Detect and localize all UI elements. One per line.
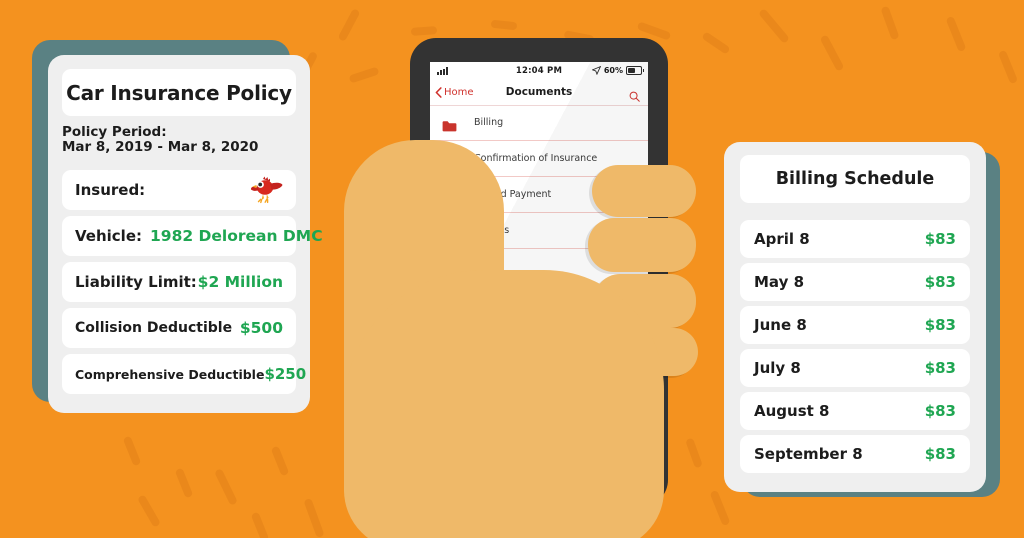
policy-card: Car Insurance Policy Policy Period: Mar … xyxy=(48,55,323,413)
policy-row-label: Liability Limit: xyxy=(75,273,197,291)
billing-card-title: Billing Schedule xyxy=(740,155,970,203)
billing-row-amount: $83 xyxy=(924,402,956,420)
background-dash xyxy=(410,26,438,36)
policy-row-value: $250 xyxy=(264,365,307,383)
policy-period-value: Mar 8, 2019 - Mar 8, 2020 xyxy=(62,139,259,155)
policy-row-liability-limit[interactable]: Liability Limit: $2 Million xyxy=(62,262,296,302)
billing-row-label: August 8 xyxy=(754,402,830,420)
background-dash xyxy=(214,468,238,506)
background-dash xyxy=(348,66,380,84)
policy-row-value: 1982 Delorean DMC xyxy=(150,227,323,245)
finger xyxy=(592,165,696,217)
hand-holding-phone xyxy=(330,140,730,538)
status-bar-right: 60% xyxy=(591,66,644,75)
search-icon[interactable] xyxy=(629,87,640,102)
billing-row-amount: $83 xyxy=(924,273,956,291)
background-dash xyxy=(174,467,194,499)
billing-row-label: June 8 xyxy=(754,316,807,334)
background-dash xyxy=(303,497,325,538)
location-arrow-icon xyxy=(591,66,601,75)
nav-bar: Home Documents xyxy=(430,79,648,106)
billing-row-amount: $83 xyxy=(924,230,956,248)
billing-title-text: Billing Schedule xyxy=(775,169,935,189)
policy-row-label: Insured: xyxy=(75,181,146,199)
policy-row-label: Comprehensive Deductible xyxy=(75,366,265,382)
background-dash xyxy=(337,8,361,42)
background-dash xyxy=(880,5,900,41)
folder-icon xyxy=(442,117,457,131)
policy-row-label: Vehicle: xyxy=(75,227,142,245)
billing-row-label: July 8 xyxy=(754,359,801,377)
policy-row-insured[interactable]: Insured: xyxy=(62,170,296,210)
finger xyxy=(588,218,696,272)
policy-card-title: Car Insurance Policy xyxy=(62,69,296,116)
background-dash xyxy=(819,34,845,72)
policy-row-collision-deductible[interactable]: Collision Deductible $500 xyxy=(62,308,296,348)
billing-row[interactable]: September 8 $83 xyxy=(740,435,970,473)
billing-row-amount: $83 xyxy=(924,316,956,334)
policy-period-label: Policy Period: xyxy=(62,124,167,140)
background-dash xyxy=(945,15,967,53)
policy-period: Policy Period: Mar 8, 2019 - Mar 8, 2020 xyxy=(62,125,300,155)
policy-row-comprehensive-deductible[interactable]: Comprehensive Deductible $250 xyxy=(62,354,306,394)
red-bird-logo-icon xyxy=(249,176,283,204)
background-dash xyxy=(758,8,790,44)
palm xyxy=(344,270,664,538)
billing-row-amount: $83 xyxy=(924,359,956,377)
billing-row[interactable]: May 8 $83 xyxy=(740,263,970,301)
billing-row-amount: $83 xyxy=(924,445,956,463)
illustration-canvas: Car Insurance Policy Policy Period: Mar … xyxy=(0,0,1024,538)
battery-icon xyxy=(626,66,644,75)
policy-title-text: Car Insurance Policy xyxy=(66,80,292,105)
background-dash xyxy=(270,445,290,477)
background-dash xyxy=(701,31,731,55)
list-item-label: Billing xyxy=(474,117,504,128)
billing-row[interactable]: August 8 $83 xyxy=(740,392,970,430)
background-dash xyxy=(122,435,142,467)
billing-row-label: April 8 xyxy=(754,230,810,248)
policy-row-value: $2 Million xyxy=(197,273,283,291)
background-dash xyxy=(997,49,1019,85)
background-dash xyxy=(250,511,270,538)
policy-row-label: Collision Deductible xyxy=(75,320,233,336)
background-dash xyxy=(490,19,518,31)
background-dash xyxy=(137,494,161,528)
list-item[interactable]: Billing xyxy=(430,105,648,141)
status-bar: 12:04 PM 60% xyxy=(430,62,648,79)
policy-row-vehicle[interactable]: Vehicle: 1982 Delorean DMC xyxy=(62,216,323,256)
policy-row-value: $500 xyxy=(239,319,283,337)
billing-card: Billing Schedule April 8 $83 May 8 $83 J… xyxy=(724,142,986,492)
nav-bar-title: Documents xyxy=(505,86,573,98)
billing-row[interactable]: June 8 $83 xyxy=(740,306,970,344)
billing-row-label: September 8 xyxy=(754,445,863,463)
billing-row-label: May 8 xyxy=(754,273,805,291)
billing-row[interactable]: April 8 $83 xyxy=(740,220,970,258)
billing-row[interactable]: July 8 $83 xyxy=(740,349,970,387)
battery-percent-label: 60% xyxy=(603,66,623,75)
